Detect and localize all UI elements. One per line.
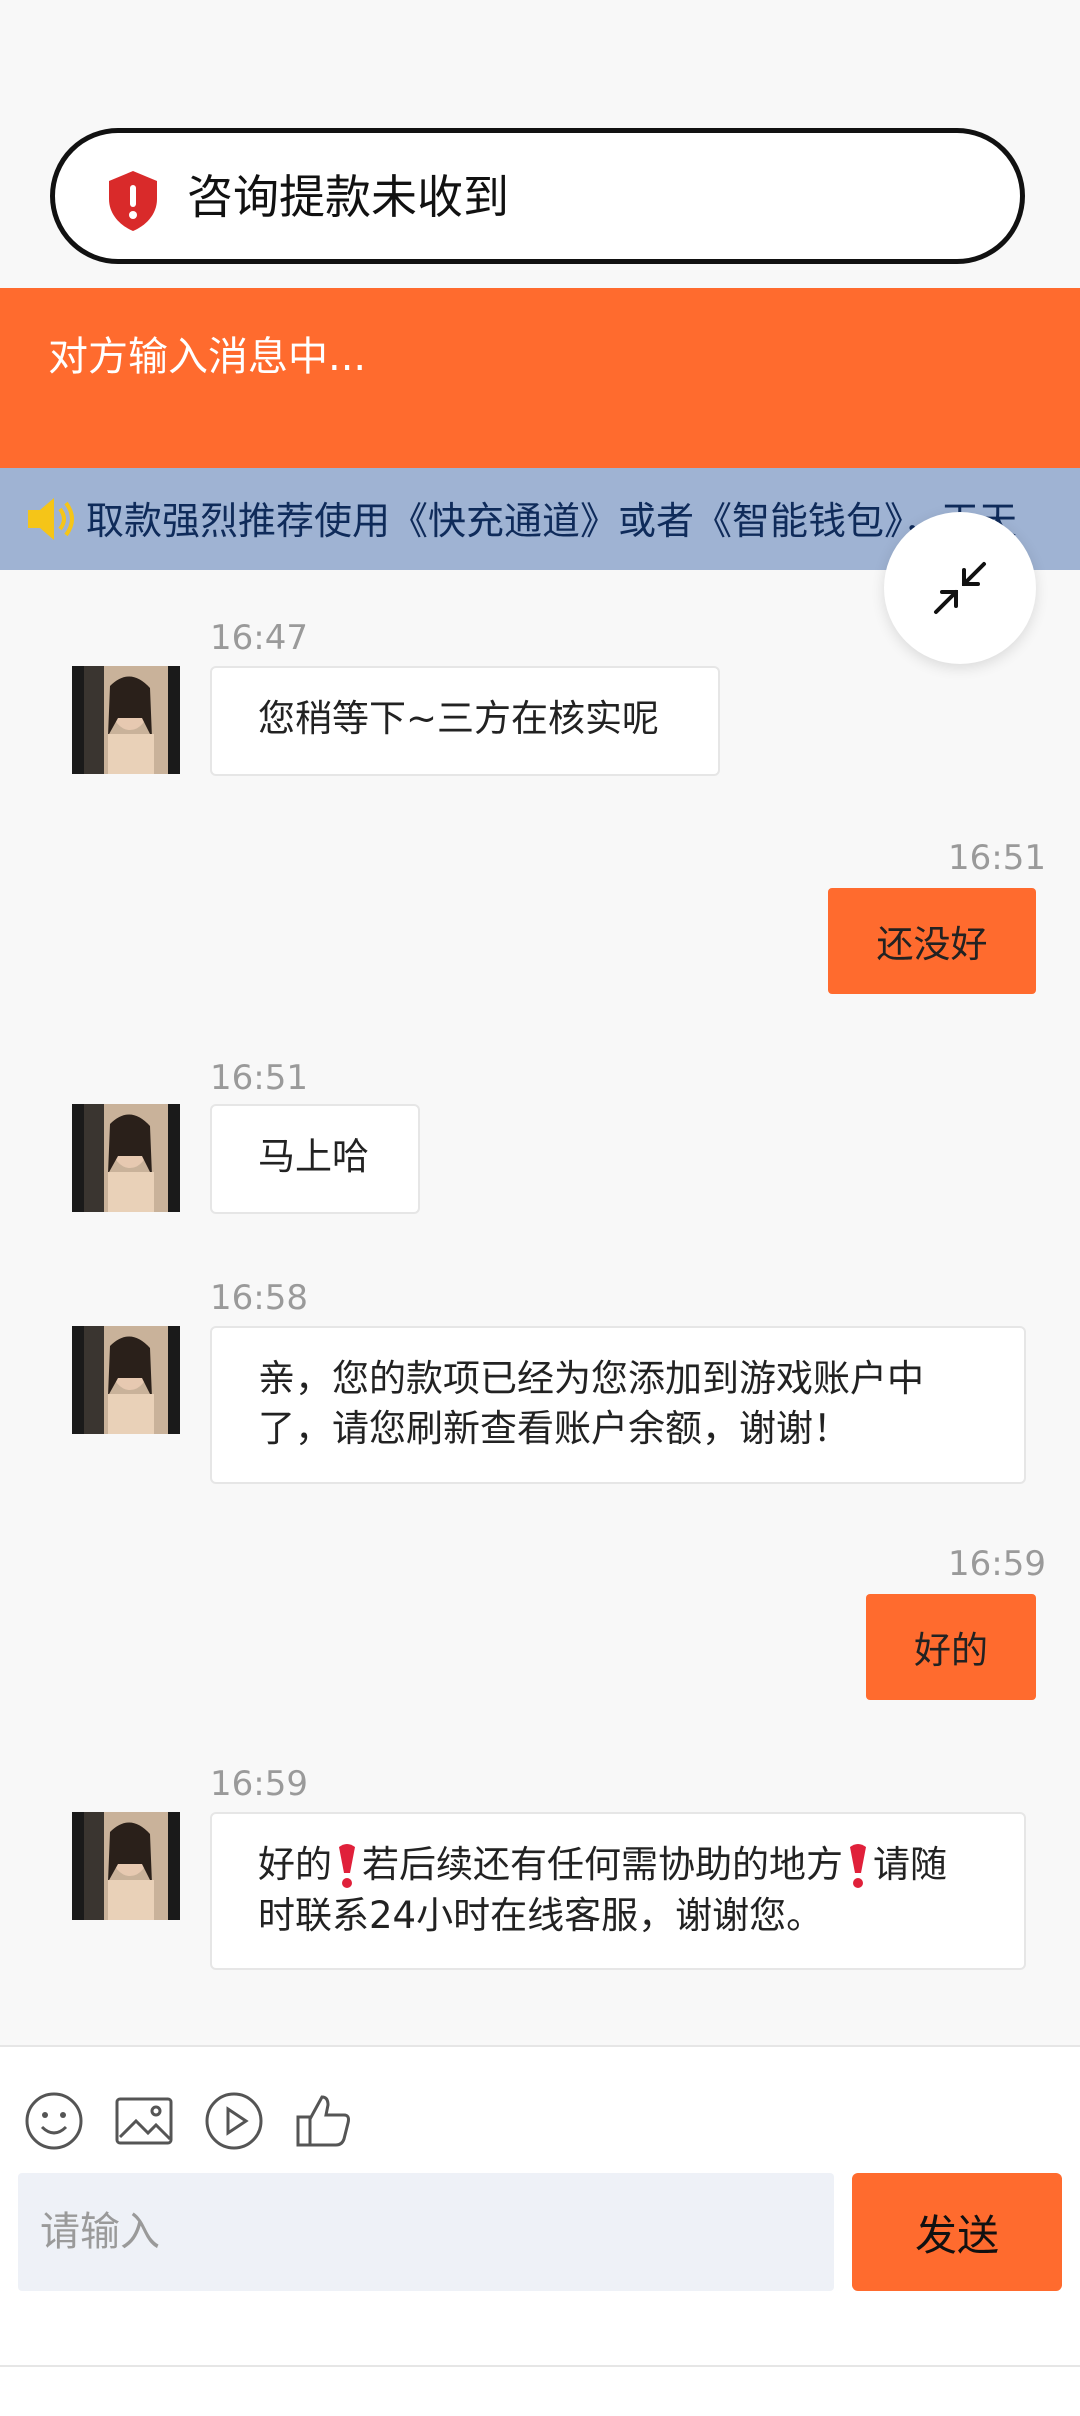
message-text: 您稍等下~三方在核实呢 bbox=[258, 697, 660, 740]
speaker-icon bbox=[28, 498, 74, 540]
play-icon[interactable] bbox=[202, 2089, 266, 2153]
message-time: 16:58 bbox=[210, 1278, 308, 1318]
message-time: 16:59 bbox=[210, 1764, 308, 1804]
chat-bubble-outgoing: 好的 bbox=[866, 1594, 1036, 1700]
avatar[interactable] bbox=[72, 1104, 180, 1212]
thumbs-up-icon[interactable] bbox=[292, 2089, 356, 2153]
exclamation-icon bbox=[850, 1843, 866, 1888]
page-title: 咨询提款未收到 bbox=[187, 170, 509, 224]
exclamation-icon bbox=[339, 1843, 355, 1888]
message-text-part: 好的 bbox=[258, 1843, 332, 1886]
top-header: 咨询提款未收到 bbox=[0, 0, 1080, 288]
message-time: 16:51 bbox=[210, 1058, 308, 1098]
avatar[interactable] bbox=[72, 666, 180, 774]
chat-bubble: 您稍等下~三方在核实呢 bbox=[210, 666, 720, 776]
notice-text: 取款强烈推荐使用《快充通道》或者《智能钱包》，天天 bbox=[86, 499, 1018, 543]
divider bbox=[0, 2365, 1080, 2367]
avatar[interactable] bbox=[72, 1326, 180, 1434]
chat-bubble-outgoing: 还没好 bbox=[828, 888, 1036, 994]
chat-bubble: 好的 若后续还有任何需协助的地方 请随时联系24小时在线客服，谢谢您。 bbox=[210, 1812, 1026, 1970]
message-text: 好的 bbox=[914, 1629, 988, 1672]
message-text: 还没好 bbox=[876, 923, 988, 966]
message-time: 16:47 bbox=[210, 618, 308, 658]
message-input[interactable]: 请输入 bbox=[18, 2173, 834, 2291]
chat-bubble: 马上哈 bbox=[210, 1104, 420, 1214]
image-icon[interactable] bbox=[112, 2089, 176, 2153]
message-time: 16:51 bbox=[948, 838, 1046, 878]
chat-bubble: 亲，您的款项已经为您添加到游戏账户中了，请您刷新查看账户余额，谢谢！ bbox=[210, 1326, 1026, 1484]
emoji-icon[interactable] bbox=[22, 2089, 86, 2153]
title-pill[interactable]: 咨询提款未收到 bbox=[50, 128, 1025, 264]
avatar[interactable] bbox=[72, 1812, 180, 1920]
typing-status-text: 对方输入消息中... bbox=[48, 334, 367, 380]
message-time: 16:59 bbox=[948, 1544, 1046, 1584]
typing-status-bar: 对方输入消息中... bbox=[0, 288, 1080, 468]
message-list[interactable]: 16:47 您稍等下~三方在核实呢 16:51 还没好 16:51 马上哈 16… bbox=[0, 570, 1080, 2045]
composer-area: 请输入 发送 bbox=[0, 2045, 1080, 2416]
message-text: 亲，您的款项已经为您添加到游戏账户中了，请您刷新查看账户余额，谢谢！ bbox=[258, 1357, 924, 1450]
message-text: 马上哈 bbox=[258, 1135, 369, 1178]
send-button[interactable]: 发送 bbox=[852, 2173, 1062, 2291]
shield-alert-icon bbox=[109, 171, 157, 231]
message-text-part: 若后续还有任何需协助的地方 bbox=[362, 1843, 843, 1886]
